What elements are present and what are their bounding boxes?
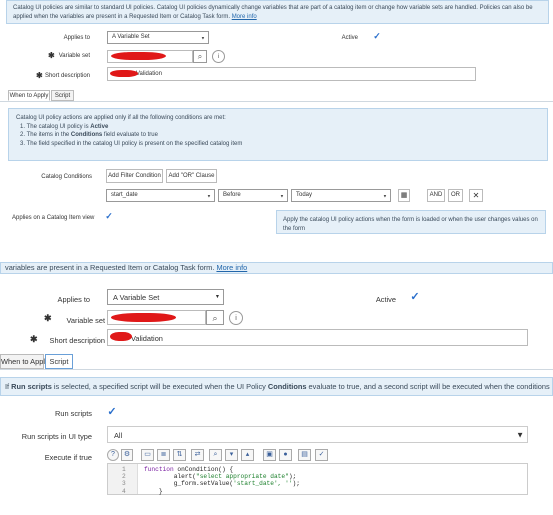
condition-field-select[interactable]: start_date ▼ — [106, 189, 215, 202]
script-info-box: If Run scripts is selected, a specified … — [0, 377, 553, 396]
add-or-clause-button[interactable]: Add "OR" Clause — [166, 169, 217, 183]
script-editor[interactable]: 1234 function onCondition() { alert("sel… — [107, 463, 528, 495]
run-scripts-ui-type-value: All — [114, 431, 123, 440]
info-banner: Catalog UI policies are similar to stand… — [6, 0, 549, 24]
condition-item-3: 3. The field specified in the catalog UI… — [20, 141, 243, 148]
more-info-link[interactable]: More info — [232, 14, 257, 20]
applies-catalog-item-label: Applies on a Catalog Item view — [12, 215, 95, 221]
and-button[interactable]: AND — [427, 189, 445, 202]
applies-to-value: A Variable Set — [113, 293, 160, 302]
variable-set-label: Variable set — [66, 316, 105, 325]
active-label: Active — [375, 295, 396, 304]
calendar-icon[interactable]: ▦ — [398, 189, 410, 202]
applies-to-label: Applies to — [63, 35, 90, 41]
dropdown-arrow-icon: ▼ — [516, 430, 524, 439]
tab-script[interactable]: Script — [51, 90, 74, 101]
info-banner-cut: variables are present in a Requested Ite… — [0, 262, 553, 274]
search-icon[interactable]: ⌕ — [193, 50, 207, 63]
tab-script[interactable]: Script — [45, 354, 73, 369]
or-button[interactable]: OR — [448, 189, 463, 202]
add-filter-condition-button[interactable]: Add Filter Condition — [106, 169, 163, 183]
short-description-label: Short description — [44, 73, 90, 79]
redaction-mark — [110, 332, 132, 341]
line-numbers: 1234 — [122, 466, 126, 495]
redaction-mark — [111, 52, 166, 60]
dropdown-arrow-icon: ▼ — [214, 294, 220, 300]
redaction-mark — [111, 313, 176, 322]
tab-when-to-apply[interactable]: When to Apply — [8, 90, 50, 101]
save-icon[interactable]: ▤ — [298, 449, 311, 461]
short-description-label: Short description — [49, 336, 105, 345]
find-previous-icon[interactable]: ▴ — [241, 449, 254, 461]
more-info-link[interactable]: More info — [216, 263, 247, 272]
conditions-info-box: Catalog UI policy actions are applied on… — [8, 108, 548, 161]
replace-icon[interactable]: ⇄ — [191, 449, 204, 461]
dropdown-arrow-icon: ▼ — [206, 193, 211, 198]
run-scripts-label: Run scripts — [55, 409, 92, 418]
dropdown-arrow-icon: ▼ — [279, 193, 284, 198]
tab-when-to-apply[interactable]: When to Apply — [0, 354, 49, 369]
variable-set-label: Variable set — [58, 53, 90, 59]
applies-catalog-item-checkbox[interactable]: ✓ — [104, 211, 114, 222]
dropdown-arrow-icon: ▼ — [382, 193, 387, 198]
tab-divider — [0, 101, 553, 102]
dropdown-arrow-icon: ▼ — [200, 35, 205, 40]
execute-if-true-label: Execute if true — [44, 453, 92, 462]
active-label: Active — [341, 35, 358, 41]
info-icon[interactable]: i — [229, 311, 243, 325]
top-screenshot-panel: Catalog UI policies are similar to stand… — [0, 0, 553, 240]
toggle-syntax-icon[interactable]: ⇅ — [173, 449, 186, 461]
code-line-4: } — [144, 487, 163, 495]
code-line-3: g_form.setValue('start_date', ''); — [144, 480, 300, 488]
code-line-2: alert("select appropriate date"); — [144, 473, 297, 481]
applies-to-label: Applies to — [57, 295, 90, 304]
run-scripts-checkbox[interactable]: ✓ — [106, 405, 118, 418]
info-banner-text: Catalog UI policies are similar to stand… — [13, 5, 533, 20]
active-checkbox[interactable]: ✓ — [372, 31, 382, 42]
search-icon[interactable]: ⌕ — [206, 310, 224, 325]
condition-value-value: Today — [296, 192, 313, 198]
find-next-icon[interactable]: ▾ — [225, 449, 238, 461]
condition-item-2: 2. The items in the Conditions field eva… — [20, 132, 158, 139]
conditions-intro: Catalog UI policy actions are applied on… — [16, 115, 226, 121]
tab-divider — [0, 369, 553, 370]
code-content[interactable]: function onCondition() { alert("select a… — [144, 466, 300, 495]
applies-to-select[interactable]: A Variable Set ▼ — [107, 289, 224, 305]
info-banner-cut-text: variables are present in a Requested Ite… — [5, 263, 215, 272]
script-include-icon[interactable]: ⚙ — [121, 449, 133, 461]
applies-tooltip: Apply the catalog UI policy actions when… — [276, 210, 546, 234]
condition-operator-select[interactable]: Before ▼ — [218, 189, 288, 202]
applies-to-select[interactable]: A Variable Set ▼ — [107, 31, 209, 44]
redaction-mark — [110, 70, 138, 77]
comment-icon[interactable]: ▭ — [141, 449, 154, 461]
short-description-input[interactable]: Validation — [107, 67, 476, 81]
bottom-screenshot-panel: variables are present in a Requested Ite… — [0, 262, 553, 515]
delete-condition-icon[interactable]: ✕ — [469, 189, 483, 202]
short-description-input[interactable]: Validation — [107, 329, 528, 346]
find-icon[interactable]: ⌕ — [209, 449, 222, 461]
condition-value-select[interactable]: Today ▼ — [291, 189, 391, 202]
catalog-conditions-label: Catalog Conditions — [41, 174, 92, 180]
script-debugger-icon[interactable]: ● — [279, 449, 292, 461]
condition-operator-value: Before — [223, 192, 241, 198]
applies-to-value: A Variable Set — [112, 34, 150, 40]
help-icon[interactable]: ? — [107, 449, 119, 461]
condition-item-1: 1. The catalog UI policy is Active — [20, 123, 109, 130]
info-icon[interactable]: i — [212, 50, 225, 63]
run-scripts-ui-type-select[interactable]: All ▼ — [107, 426, 528, 443]
fullscreen-icon[interactable]: ▣ — [263, 449, 276, 461]
format-code-icon[interactable]: ≣ — [157, 449, 170, 461]
syntax-check-icon[interactable]: ✓ — [315, 449, 328, 461]
run-scripts-ui-type-label: Run scripts in UI type — [21, 432, 92, 441]
condition-field-value: start_date — [111, 192, 138, 198]
short-description-value: Validation — [131, 334, 163, 343]
short-description-value: Validation — [136, 71, 162, 77]
active-checkbox[interactable]: ✓ — [409, 290, 421, 303]
code-line-1: function onCondition() { — [144, 466, 234, 473]
